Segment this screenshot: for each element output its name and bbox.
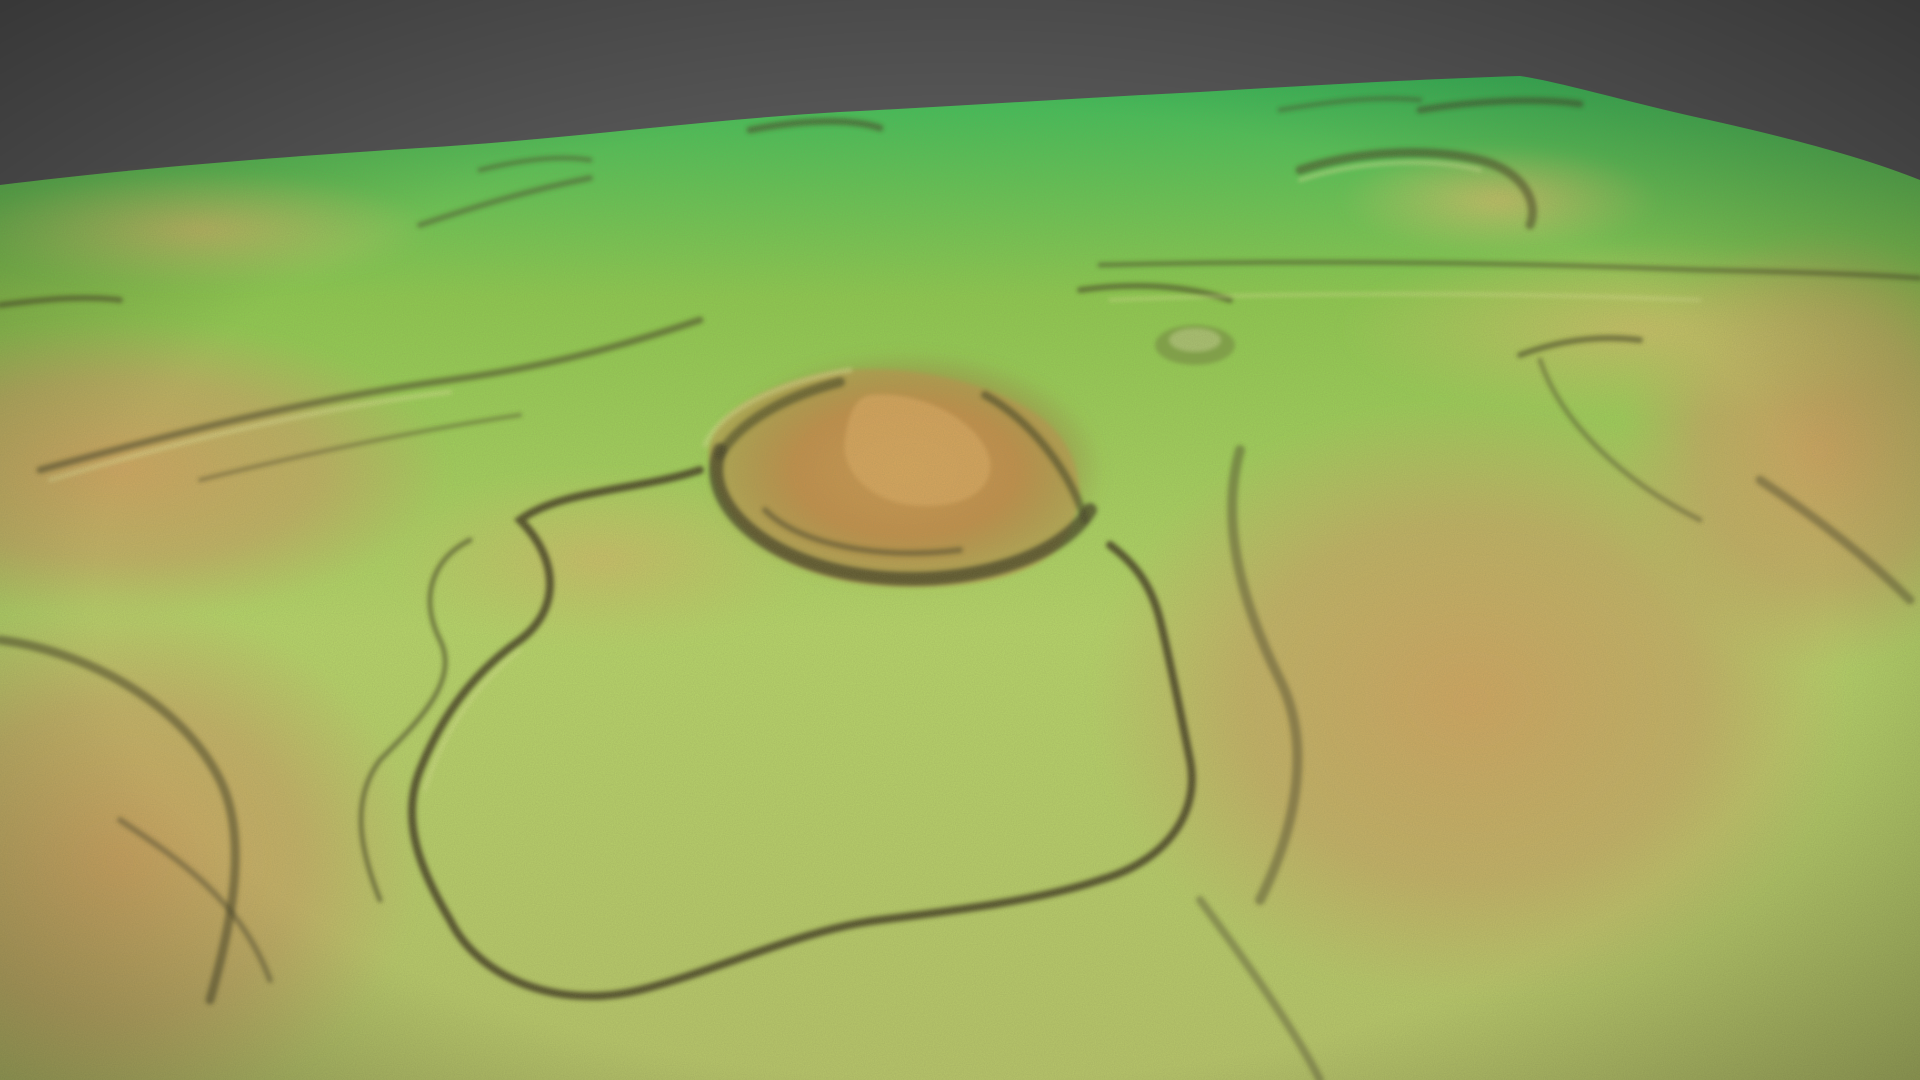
vignette bbox=[0, 0, 1920, 1080]
terrain-surface[interactable] bbox=[0, 0, 1920, 1080]
terrain-viewport[interactable] bbox=[0, 0, 1920, 1080]
